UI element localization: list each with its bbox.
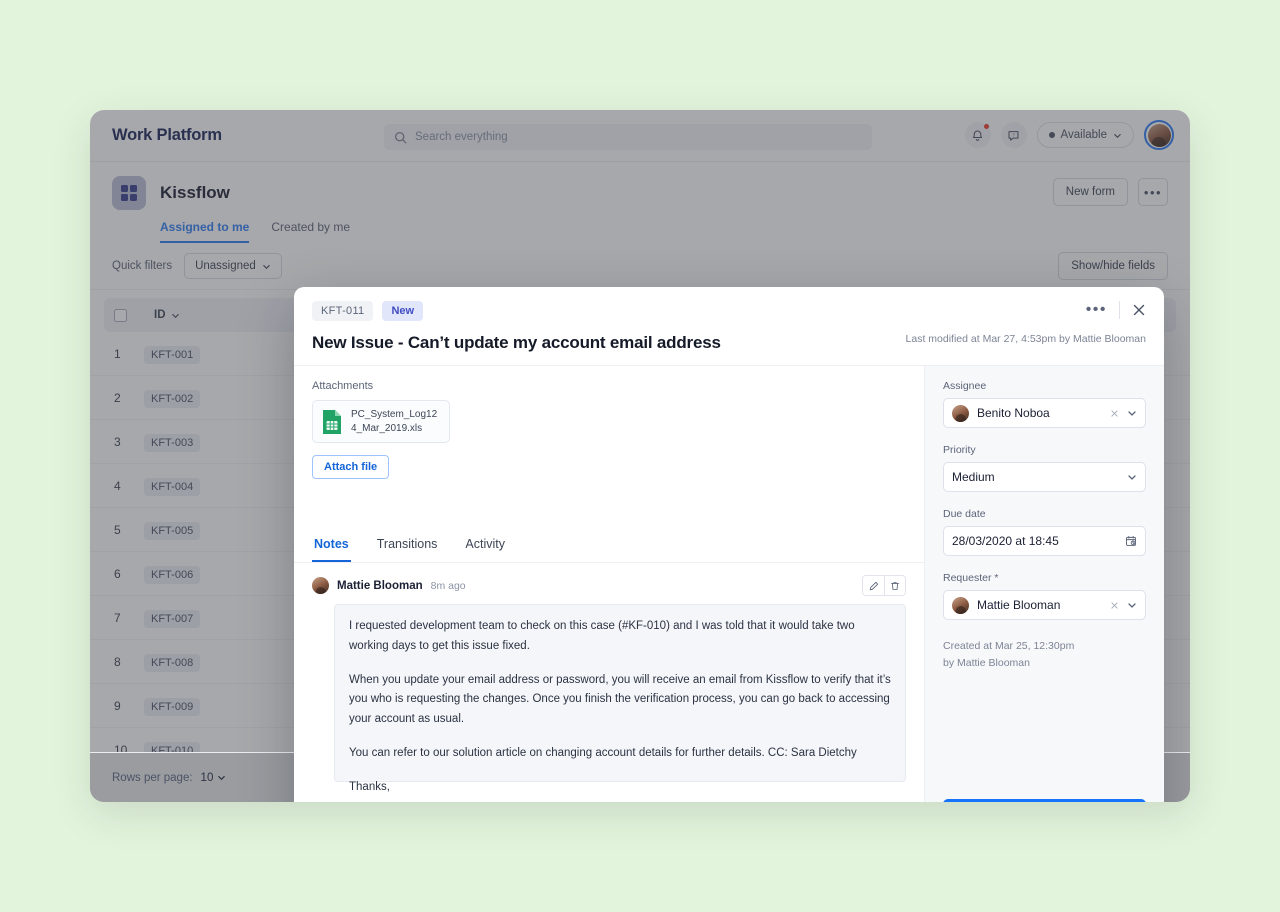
modal-header: KFT-011 New New Issue - Can’t update my … — [294, 287, 1164, 366]
assignee-field: Assignee Benito Noboa — [943, 380, 1146, 428]
divider — [1119, 301, 1120, 319]
note-header: Mattie Blooman 8m ago — [312, 575, 906, 596]
assignee-select[interactable]: Benito Noboa — [943, 398, 1146, 428]
note-paragraph: Thanks, — [349, 780, 390, 793]
priority-label: Priority — [943, 444, 976, 456]
tab-activity[interactable]: Activity — [463, 527, 507, 562]
chevron-down-icon[interactable] — [1127, 600, 1137, 610]
assignee-avatar — [952, 404, 969, 422]
tab-transitions[interactable]: Transitions — [375, 527, 440, 562]
modal-tags: KFT-011 New — [312, 301, 1146, 321]
note-paragraph: When you update your email address or pa… — [349, 673, 891, 726]
requester-avatar — [952, 596, 969, 614]
note-timestamp: 8m ago — [430, 579, 466, 592]
close-icon[interactable] — [1132, 303, 1146, 317]
note-author-name: Mattie Blooman — [337, 579, 423, 592]
priority-select[interactable]: Medium — [943, 462, 1146, 492]
priority-field: Priority Medium — [943, 444, 1146, 492]
modal-more-button[interactable]: ••• — [1086, 302, 1107, 318]
due-date-field: Due date 28/03/2020 at 18:45 — [943, 508, 1146, 556]
requester-select[interactable]: Mattie Blooman — [943, 590, 1146, 620]
due-date-value: 28/03/2020 at 18:45 — [952, 534, 1059, 548]
priority-value: Medium — [952, 470, 995, 484]
rows-per-page-label: Rows per page: — [112, 771, 193, 784]
notes-list: Mattie Blooman 8m ago I requested develo… — [294, 563, 924, 796]
attachments-section: Attachments PC_System_Log124_Mar_2019.xl… — [294, 366, 924, 479]
move-to-button[interactable]: Move to — [943, 799, 1146, 802]
requester-value: Mattie Blooman — [977, 598, 1061, 612]
chevron-down-icon — [218, 776, 226, 781]
xls-file-icon — [323, 409, 341, 434]
created-by-line: by Mattie Blooman — [943, 656, 1030, 669]
chevron-down-icon[interactable] — [1127, 472, 1137, 482]
rows-per-page: Rows per page: 10 — [112, 772, 226, 784]
modal-tabs: Notes Transitions Activity — [294, 527, 924, 563]
note-paragraph: You can refer to our solution article on… — [349, 746, 857, 759]
due-date-input[interactable]: 28/03/2020 at 18:45 — [943, 526, 1146, 556]
calendar-icon[interactable] — [1125, 535, 1137, 547]
note-paragraph: I requested development team to check on… — [349, 620, 855, 652]
modal-side-panel: Assignee Benito Noboa Priority Medium Du… — [924, 366, 1164, 802]
edit-icon[interactable] — [863, 576, 884, 595]
issue-state-tag: New — [382, 301, 424, 321]
rows-per-page-select[interactable]: 10 — [201, 772, 227, 784]
last-modified-text: Last modified at Mar 27, 4:53pm by Matti… — [905, 333, 1146, 345]
issue-detail-modal: KFT-011 New New Issue - Can’t update my … — [294, 287, 1164, 802]
tab-notes[interactable]: Notes — [312, 527, 351, 562]
created-info: Created at Mar 25, 12:30pm by Mattie Blo… — [943, 638, 1146, 672]
requester-field: Requester * Mattie Blooman — [943, 572, 1146, 620]
chevron-down-icon[interactable] — [1127, 408, 1137, 418]
issue-id-tag: KFT-011 — [312, 301, 374, 321]
modal-header-actions: ••• — [1086, 301, 1146, 319]
add-note-row — [294, 796, 924, 802]
modal-body: Attachments PC_System_Log124_Mar_2019.xl… — [294, 366, 1164, 802]
page-root: Work Platform Search everything ? Availa… — [0, 0, 1280, 912]
app-window: Work Platform Search everything ? Availa… — [90, 110, 1190, 802]
requester-label: Requester * — [943, 572, 999, 584]
note-actions — [862, 575, 906, 596]
due-date-label: Due date — [943, 508, 986, 520]
attachments-label: Attachments — [312, 380, 374, 392]
delete-icon[interactable] — [884, 576, 905, 595]
modal-main-column: Attachments PC_System_Log124_Mar_2019.xl… — [294, 366, 924, 802]
clear-icon[interactable] — [1110, 601, 1119, 610]
clear-icon[interactable] — [1110, 409, 1119, 418]
attachment-filename: PC_System_Log124_Mar_2019.xls — [351, 409, 438, 434]
rows-per-page-value: 10 — [200, 771, 214, 784]
attach-file-button[interactable]: Attach file — [312, 455, 390, 479]
attachment-card[interactable]: PC_System_Log124_Mar_2019.xls — [312, 400, 450, 443]
assignee-value: Benito Noboa — [977, 406, 1050, 420]
note-author-avatar — [312, 577, 329, 594]
note-body: I requested development team to check on… — [334, 604, 906, 793]
assignee-label: Assignee — [943, 380, 987, 392]
created-at-line: Created at Mar 25, 12:30pm — [943, 640, 1075, 652]
